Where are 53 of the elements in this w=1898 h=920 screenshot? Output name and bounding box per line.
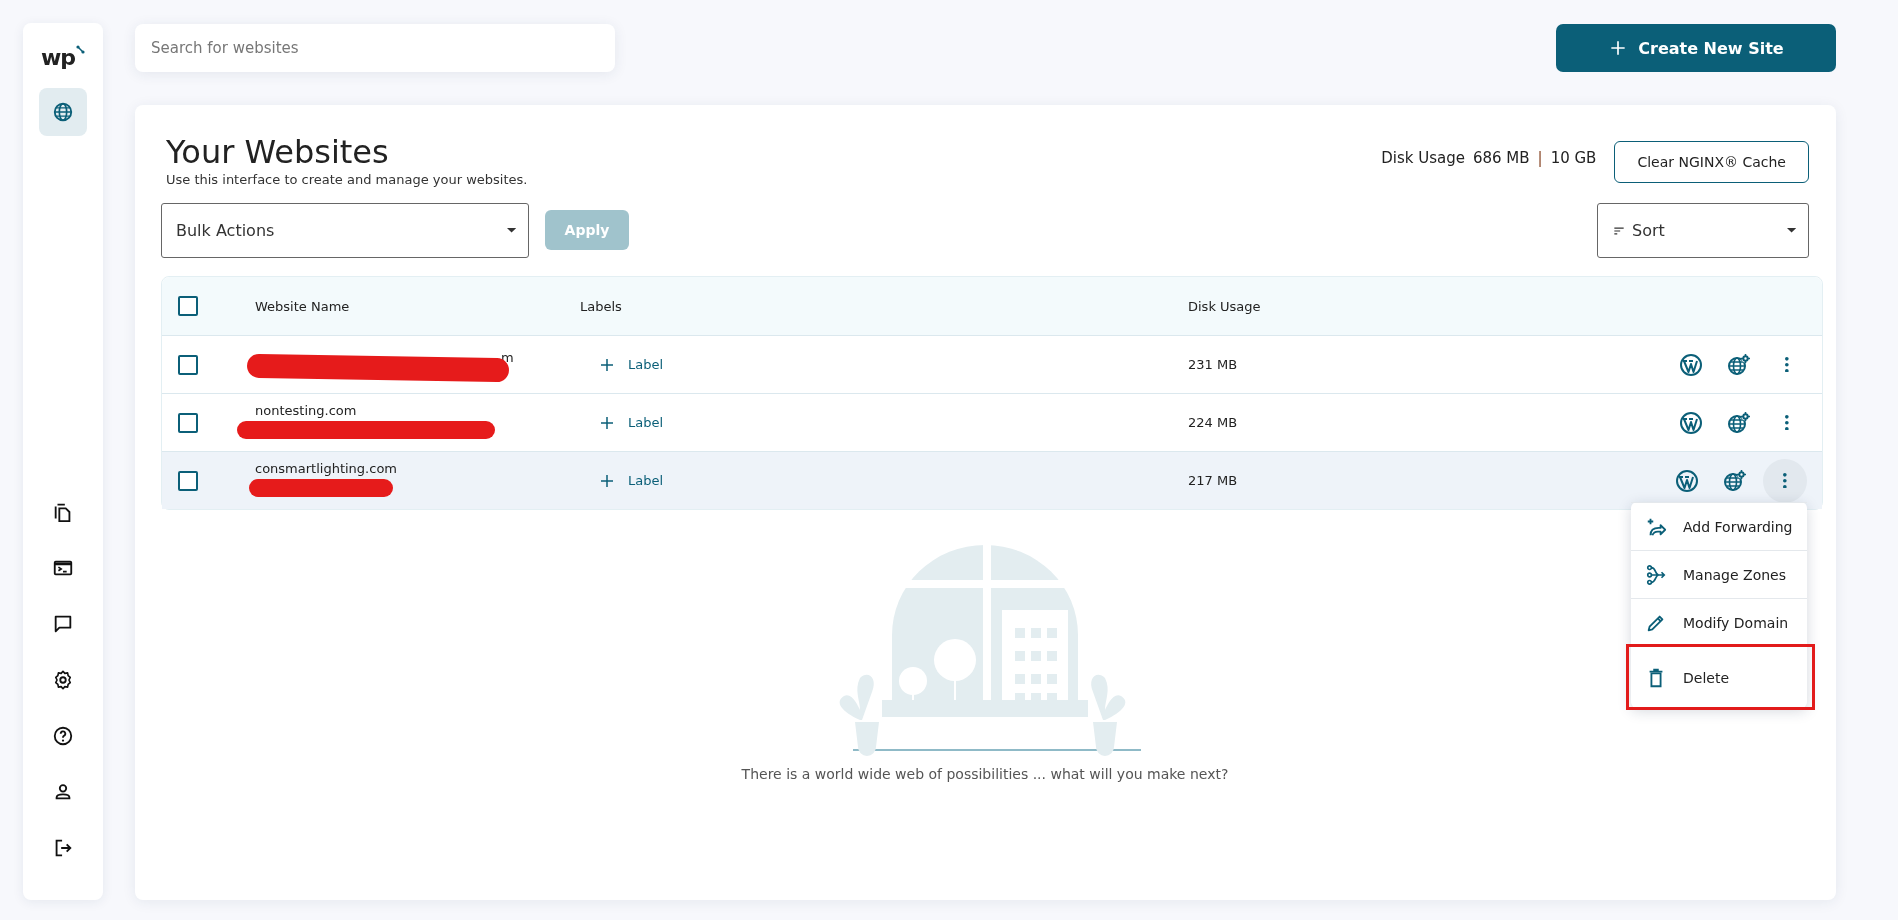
menu-item[interactable]: Delete <box>1628 646 1813 708</box>
help-icon <box>52 725 74 747</box>
page-subtitle: Use this interface to create and manage your websites. <box>166 172 528 187</box>
branching-arrow-icon <box>1645 563 1667 586</box>
table-cell: 231 MB <box>1188 357 1238 372</box>
disk-usage-label: Disk Usage <box>1381 149 1465 167</box>
chat-icon <box>52 613 74 635</box>
more-vertical-icon <box>1785 414 1789 431</box>
bulk-actions-dropdown[interactable]: Bulk Actions <box>161 203 529 258</box>
checkbox[interactable] <box>178 296 198 316</box>
apply-button: Apply <box>545 210 629 250</box>
wordpress-logo-icon <box>1679 352 1703 377</box>
create-site-button[interactable]: Create New Site <box>1556 24 1836 72</box>
table-cell: 224 MB <box>1188 415 1238 430</box>
website-name: consmartlighting.com <box>255 460 398 476</box>
sort-label: Sort <box>1632 221 1665 240</box>
settings-icon <box>52 669 74 691</box>
caret-icon <box>506 228 516 233</box>
more-vertical-icon <box>1783 472 1787 489</box>
caret-icon <box>1786 228 1796 233</box>
more-vertical-icon <box>1785 356 1789 373</box>
logo-mark-icon <box>76 45 86 55</box>
logo-text: wp <box>40 45 76 70</box>
sort-dropdown[interactable]: Sort <box>1597 203 1809 258</box>
column-header: Website Name <box>255 298 350 314</box>
globe-gear-icon <box>1723 468 1747 493</box>
table-row[interactable]: consmartlighting.com Label 217 MB <box>162 451 1822 509</box>
add-label-button[interactable]: Label <box>598 355 664 374</box>
checkbox[interactable] <box>178 412 198 433</box>
search-field[interactable]: Search for websites <box>135 24 615 72</box>
globe-icon <box>52 101 74 123</box>
globe-gear-icon <box>1727 410 1751 435</box>
table-cell: 217 MB <box>1188 473 1238 488</box>
disk-quota-value: 10 GB <box>1550 149 1597 167</box>
add-label-button[interactable]: Label <box>598 413 664 432</box>
column-header: Labels <box>580 298 622 314</box>
add-label-button[interactable]: Label <box>598 471 664 490</box>
checkbox[interactable] <box>178 354 198 375</box>
empty-state-message: There is a world wide web of possibilities ... what will you make next? <box>741 766 1229 782</box>
wordpress-logo-icon <box>1675 468 1699 493</box>
globe-gear-icon <box>1727 352 1751 377</box>
separator-text: | <box>1537 149 1543 167</box>
menu-item[interactable]: Add Forwarding <box>1631 502 1807 550</box>
checkbox[interactable] <box>178 470 198 491</box>
disk-usage-value: 686 MB <box>1472 149 1530 167</box>
website-name: nontesting.com <box>255 402 358 418</box>
column-header: Disk Usage <box>1188 298 1261 314</box>
clear-cache-button[interactable]: Clear NGINX® Cache <box>1614 141 1809 183</box>
menu-item[interactable]: Manage Zones <box>1631 550 1807 598</box>
wordpress-logo-icon <box>1679 410 1703 435</box>
menu-item[interactable]: Modify Domain <box>1631 598 1807 646</box>
page-title: Your Websites <box>166 133 390 171</box>
sidebar-nav-item[interactable] <box>39 88 87 136</box>
